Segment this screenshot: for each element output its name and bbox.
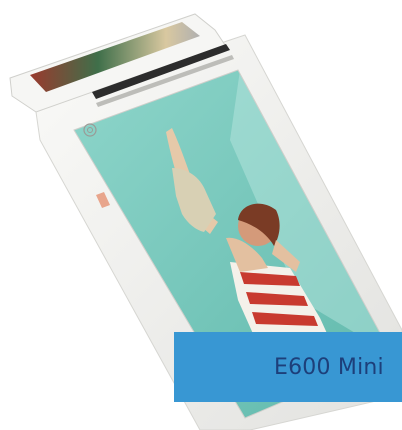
product-caption-label: E600 Mini: [274, 354, 384, 380]
product-caption-banner: E600 Mini: [174, 332, 402, 402]
